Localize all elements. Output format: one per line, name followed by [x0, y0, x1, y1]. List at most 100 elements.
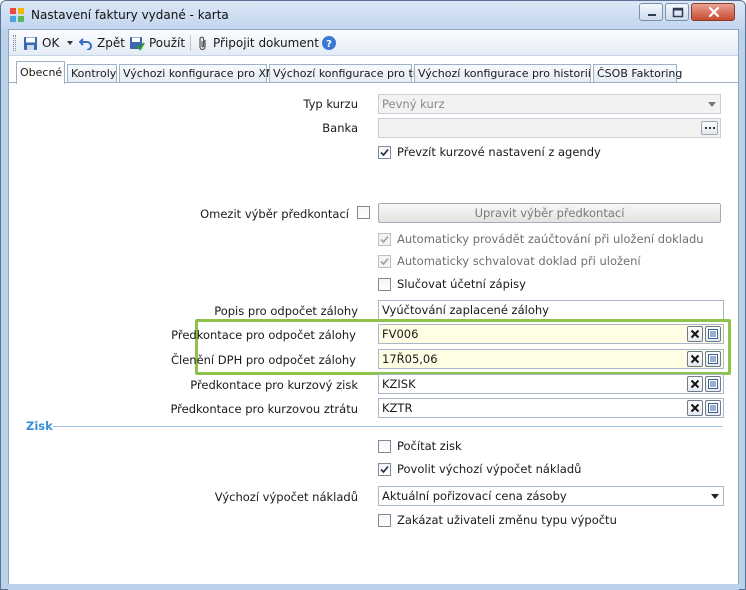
predkontace-odpocet-field[interactable]: FV006: [378, 324, 724, 344]
prevzit-kurzove-label: Převzít kurzové nastavení z agendy: [397, 145, 601, 159]
tab-tisk[interactable]: Výchozí konfigurace pro tisk: [269, 64, 428, 83]
banka-label: Banka: [322, 121, 358, 135]
vychozi-vypocet-label: Výchozí výpočet nákladů: [214, 490, 358, 504]
banka-browse-button[interactable]: [701, 121, 718, 135]
clear-icon: [690, 354, 700, 364]
title-bar[interactable]: Nastavení faktury vydané - karta: [1, 1, 745, 29]
apply-button[interactable]: Použít: [129, 33, 185, 53]
auto-zauctovani-checkbox[interactable]: [378, 233, 391, 246]
auto-zauctovani-label: Automaticky provádět zaúčtování při ulož…: [397, 232, 704, 246]
omezit-vyber-checkbox[interactable]: [357, 206, 370, 219]
help-icon: ?: [322, 36, 336, 50]
chevron-down-icon: [708, 102, 716, 107]
tab-csob-faktoring[interactable]: ČSOB Faktoring: [593, 64, 682, 83]
maximize-button[interactable]: [665, 3, 689, 21]
omezit-vyber-label: Omezit výběr předkontací: [200, 207, 349, 221]
predkontace-zisk-list-button[interactable]: [705, 376, 721, 392]
typ-kurzu-value: Pevný kurz: [382, 97, 445, 111]
back-button[interactable]: Zpět: [79, 33, 125, 53]
list-icon: [708, 329, 718, 339]
apply-save-icon: [130, 36, 145, 51]
popis-odpocet-label: Popis pro odpočet zálohy: [214, 304, 358, 318]
auto-schvalovat-label: Automaticky schvalovat doklad při uložen…: [397, 254, 641, 268]
zakazat-zmenu-checkbox[interactable]: [378, 514, 391, 527]
predkontace-odpocet-clear-button[interactable]: [687, 326, 703, 342]
predkontace-zisk-value: KZISK: [382, 377, 416, 391]
section-title-zisk: Zisk: [26, 419, 53, 433]
cleneni-dph-list-button[interactable]: [705, 351, 721, 367]
predkontace-odpocet-value: FV006: [382, 327, 419, 341]
cleneni-dph-clear-button[interactable]: [687, 351, 703, 367]
predkontace-ztrata-clear-button[interactable]: [687, 400, 703, 416]
pocitat-zisk-label: Počítat zisk: [397, 439, 462, 453]
clear-icon: [690, 379, 700, 389]
povolit-vychozi-label: Povolit výchozí výpočet nákladů: [397, 462, 582, 476]
attach-document-button[interactable]: Připojit dokument: [197, 33, 319, 53]
minimize-icon: [648, 14, 656, 16]
tab-strip: Obecné Kontroly Výchozi konfigurace pro …: [9, 61, 738, 84]
apply-label: Použít: [149, 36, 186, 50]
povolit-vychozi-checkbox[interactable]: [378, 463, 391, 476]
vychozi-vypocet-select[interactable]: Aktuální pořizovací cena zásoby: [378, 486, 724, 506]
tab-xml[interactable]: Výchozi konfigurace pro XML: [119, 64, 282, 83]
slucovat-checkbox[interactable]: [378, 278, 391, 291]
prevzit-kurzove-checkbox[interactable]: [378, 146, 391, 159]
zakazat-zmenu-label: Zakázat uživateli změnu typu výpočtu: [397, 513, 617, 527]
predkontace-zisk-field[interactable]: KZISK: [378, 374, 724, 394]
bottom-frame: [8, 584, 739, 590]
tab-kontroly[interactable]: Kontroly: [67, 64, 117, 83]
toolbar-separator: [190, 35, 191, 51]
typ-kurzu-label: Typ kurzu: [303, 97, 358, 111]
minimize-button[interactable]: [639, 3, 663, 21]
checkmark-icon: [380, 148, 389, 157]
predkontace-ztrata-field[interactable]: KZTR: [378, 398, 724, 418]
ok-label: OK: [42, 36, 60, 50]
vychozi-vypocet-value: Aktuální pořizovací cena zásoby: [382, 489, 567, 503]
cleneni-dph-field[interactable]: 17Ř05,06: [378, 349, 724, 369]
pocitat-zisk-checkbox[interactable]: [378, 440, 391, 453]
list-icon: [708, 379, 718, 389]
clear-icon: [690, 329, 700, 339]
auto-schvalovat-checkbox[interactable]: [378, 255, 391, 268]
slucovat-label: Slučovat účetní zápisy: [397, 277, 526, 291]
checkmark-icon: [380, 465, 389, 474]
upravit-vyber-button[interactable]: Upravit výběr předkontací: [378, 203, 721, 223]
ok-button[interactable]: OK: [23, 33, 74, 53]
back-label: Zpět: [97, 36, 125, 50]
tab-obecne[interactable]: Obecné: [16, 61, 65, 84]
cleneni-dph-value: 17Ř05,06: [382, 352, 438, 366]
app-icon: [10, 8, 24, 22]
checkmark-icon: [380, 257, 389, 266]
section-divider: [53, 426, 723, 427]
predkontace-odpocet-label: Předkontace pro odpočet zálohy: [171, 328, 356, 342]
predkontace-ztrata-list-button[interactable]: [705, 400, 721, 416]
paperclip-icon: [199, 36, 206, 50]
predkontace-zisk-clear-button[interactable]: [687, 376, 703, 392]
chevron-down-icon[interactable]: [67, 41, 74, 45]
cleneni-dph-label: Členění DPH pro odpočet zálohy: [170, 353, 356, 367]
chevron-down-icon: [711, 494, 719, 499]
tab-historie[interactable]: Výchozí konfigurace pro historii akcí: [414, 64, 617, 83]
close-button[interactable]: [691, 3, 735, 21]
maximize-icon: [672, 7, 684, 18]
help-button[interactable]: ?: [321, 33, 337, 53]
window: Nastavení faktury vydané - karta OK Zpět…: [0, 0, 746, 590]
popis-odpocet-value: Vyúčtování zaplacené zálohy: [382, 303, 549, 317]
clear-icon: [690, 403, 700, 413]
popis-odpocet-input[interactable]: Vyúčtování zaplacené zálohy: [378, 300, 724, 320]
close-icon: [708, 6, 720, 18]
tab-panel-obecne: Typ kurzu Pevný kurz Banka Převzít kurzo…: [9, 82, 738, 584]
typ-kurzu-combo[interactable]: Pevný kurz: [378, 94, 721, 114]
undo-icon: [79, 38, 92, 50]
toolbar-grip[interactable]: [13, 35, 16, 51]
list-icon: [708, 354, 718, 364]
predkontace-ztrata-value: KZTR: [382, 401, 413, 415]
window-title: Nastavení faktury vydané - karta: [31, 8, 229, 22]
predkontace-odpocet-list-button[interactable]: [705, 326, 721, 342]
client-area: OK Zpět Použít Připojit dokument ? Obecn…: [8, 29, 739, 584]
attach-label: Připojit dokument: [213, 36, 319, 50]
banka-field[interactable]: [378, 118, 721, 138]
predkontace-ztrata-label: Předkontace pro kurzovou ztrátu: [170, 402, 358, 416]
checkmark-icon: [380, 235, 389, 244]
list-icon: [708, 403, 718, 413]
